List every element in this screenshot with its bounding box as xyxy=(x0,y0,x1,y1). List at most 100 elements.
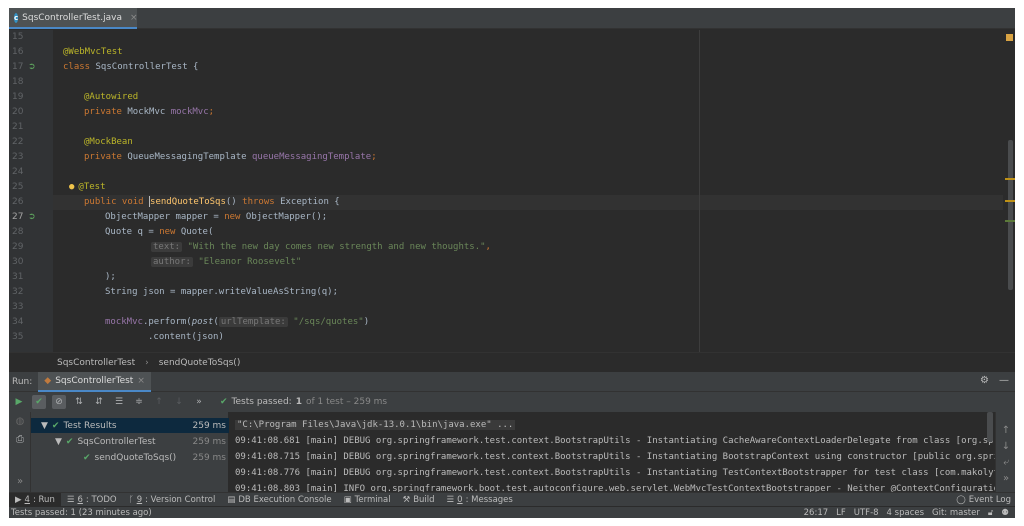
close-run-tab-icon[interactable]: × xyxy=(137,376,145,386)
more-icon[interactable]: » xyxy=(996,470,1015,486)
code-line-current: public void sendQuoteToSqs() throws Exce… xyxy=(53,195,1003,210)
terminal-icon: ▣ xyxy=(343,494,352,505)
breadcrumb-method[interactable]: sendQuoteToSqs() xyxy=(159,358,241,368)
editor-tab-bar: c SqsControllerTest.java × xyxy=(9,8,1015,29)
git-branch[interactable]: Git: master xyxy=(932,508,980,518)
tree-row-class[interactable]: ▼ ✔ SqsControllerTest 259 ms xyxy=(31,434,229,449)
line-number: 31 xyxy=(12,272,24,282)
camera-icon[interactable]: ⎙ xyxy=(9,430,31,448)
code-line: ); xyxy=(105,272,116,282)
check-icon: ✔ xyxy=(51,420,60,431)
code-line: Quote q = new Quote( xyxy=(105,227,214,237)
inspection-warning-icon[interactable] xyxy=(1006,34,1013,41)
run-tab-sqscontrollertest[interactable]: ◆ SqsControllerTest × xyxy=(38,371,151,392)
ide-window: c SqsControllerTest.java × 15 16 17 ➲ 18… xyxy=(9,8,1015,518)
code-editor[interactable]: 15 16 17 ➲ 18 19 20 21 22 23 24 25 26 27… xyxy=(9,30,1015,352)
tool-version-control[interactable]: ᚴ 9: Version Control xyxy=(123,493,222,507)
editor-tab-sqscontrollertest[interactable]: c SqsControllerTest.java × xyxy=(9,8,138,29)
minimize-icon[interactable]: — xyxy=(999,375,1009,386)
line-number: 23 xyxy=(12,152,24,162)
database-icon: ▤ xyxy=(227,494,236,505)
code-line: private QueueMessagingTemplate queueMess… xyxy=(84,152,377,162)
java-class-icon: c xyxy=(14,12,19,23)
tool-messages[interactable]: ☰ 0: Messages xyxy=(441,493,519,507)
tool-build[interactable]: ⚒ Build xyxy=(397,493,441,507)
line-number: 29 xyxy=(12,242,24,252)
scroll-up-icon[interactable]: ↑ xyxy=(996,422,1015,438)
run-label: Run: xyxy=(12,376,33,387)
line-number: 30 xyxy=(12,257,24,267)
line-number: 22 xyxy=(12,137,24,147)
scroll-down-icon[interactable]: ↓ xyxy=(996,438,1015,454)
tool-run[interactable]: ▶ 4: Run xyxy=(9,492,61,507)
stop-icon[interactable]: ◍ xyxy=(9,412,31,430)
file-encoding[interactable]: UTF-8 xyxy=(854,508,879,518)
caret-position[interactable]: 26:17 xyxy=(804,508,829,518)
code-line: String json = mapper.writeValueAsString(… xyxy=(105,287,338,297)
console-line: 09:41:08.776 [main] DEBUG org.springfram… xyxy=(235,468,995,478)
event-log-icon: ◯ xyxy=(956,495,966,505)
breadcrumb: SqsControllerTest › sendQuoteToSqs() xyxy=(9,352,1015,372)
scroll-marker[interactable] xyxy=(1005,178,1015,180)
soft-wrap-icon[interactable]: ⤶ xyxy=(996,454,1015,470)
tests-passed-summary: ✔ Tests passed: 1 of 1 test – 259 ms xyxy=(220,397,388,407)
status-bar: Tests passed: 1 (23 minutes ago) 26:17 L… xyxy=(9,506,1015,518)
line-number: 25 xyxy=(12,182,24,192)
expand-all-icon[interactable]: ☰ xyxy=(112,395,126,409)
breadcrumb-class[interactable]: SqsControllerTest xyxy=(57,358,135,368)
run-class-icon[interactable]: ➲ xyxy=(28,60,36,75)
console-scrollbar[interactable] xyxy=(987,412,993,442)
code-line: .content(json) xyxy=(148,332,224,342)
more-actions-icon[interactable]: » xyxy=(192,395,206,409)
close-tab-icon[interactable]: × xyxy=(130,13,138,23)
sort-alpha-icon[interactable]: ⇅ xyxy=(72,395,86,409)
sort-duration-icon[interactable]: ⇵ xyxy=(92,395,106,409)
tool-event-log[interactable]: ◯ Event Log xyxy=(956,493,1011,507)
lightbulb-icon[interactable]: ● xyxy=(69,182,74,192)
code-line: class SqsControllerTest { xyxy=(63,62,199,72)
console-line: 09:41:08.715 [main] DEBUG org.springfram… xyxy=(235,452,995,462)
test-run-icon: ◆ xyxy=(44,375,52,386)
show-ignored-icon[interactable]: ⊘ xyxy=(52,395,66,409)
breadcrumb-separator: › xyxy=(145,357,149,368)
check-icon: ✔ xyxy=(220,397,228,407)
line-number: 32 xyxy=(12,287,24,297)
line-number: 20 xyxy=(12,107,24,117)
list-icon: ☰ xyxy=(66,494,75,505)
editor-scrollbar[interactable] xyxy=(1008,140,1013,290)
prev-failed-icon[interactable]: ↑ xyxy=(152,395,166,409)
line-number: 15 xyxy=(12,32,24,42)
lock-icon[interactable]: 🔓︎ xyxy=(988,508,994,518)
gear-icon[interactable]: ⚙ xyxy=(980,375,989,386)
rerun-icon[interactable]: ▶ xyxy=(12,395,26,409)
indent-setting[interactable]: 4 spaces xyxy=(887,508,924,518)
tool-todo[interactable]: ☰ 6: TODO xyxy=(61,493,123,507)
tree-row-test-results[interactable]: ▼ ✔ Test Results 259 ms xyxy=(31,418,229,433)
pin-icon[interactable]: » xyxy=(9,472,31,490)
test-results-tree[interactable]: ▼ ✔ Test Results 259 ms ▼ ✔ SqsControlle… xyxy=(31,412,229,492)
status-message[interactable]: Tests passed: 1 (23 minutes ago) xyxy=(11,508,152,518)
run-test-icon[interactable]: ➲ xyxy=(28,210,36,225)
inspector-icon[interactable]: ⚉ xyxy=(1001,508,1009,518)
code-line: @WebMvcTest xyxy=(63,47,123,57)
code-line: ● @Test xyxy=(69,182,106,192)
parameter-hint: author: xyxy=(151,257,193,267)
tree-row-method[interactable]: ✔ sendQuoteToSqs() 259 ms xyxy=(31,450,229,465)
check-icon: ✔ xyxy=(83,452,91,463)
console-side-toolbar: ↑ ↓ ⤶ » xyxy=(995,412,1015,492)
tool-terminal[interactable]: ▣ Terminal xyxy=(338,493,397,507)
line-number-gutter: 15 16 17 ➲ 18 19 20 21 22 23 24 25 26 27… xyxy=(9,30,53,352)
next-failed-icon[interactable]: ↓ xyxy=(172,395,186,409)
scroll-marker[interactable] xyxy=(1005,200,1015,202)
scroll-marker[interactable] xyxy=(1005,220,1015,222)
right-margin-guide xyxy=(699,30,700,352)
collapse-all-icon[interactable]: ≑ xyxy=(132,395,146,409)
show-passed-icon[interactable]: ✔ xyxy=(32,395,46,409)
line-number: 24 xyxy=(12,167,24,177)
code-line: @MockBean xyxy=(84,137,133,147)
tool-db-execution-console[interactable]: ▤ DB Execution Console xyxy=(221,493,337,507)
code-area[interactable]: @WebMvcTest class SqsControllerTest { @A… xyxy=(53,30,1003,352)
code-line: private MockMvc mockMvc; xyxy=(84,107,215,117)
console-output[interactable]: "C:\Program Files\Java\jdk-13.0.1\bin\ja… xyxy=(229,412,995,492)
line-separator[interactable]: LF xyxy=(836,508,846,518)
